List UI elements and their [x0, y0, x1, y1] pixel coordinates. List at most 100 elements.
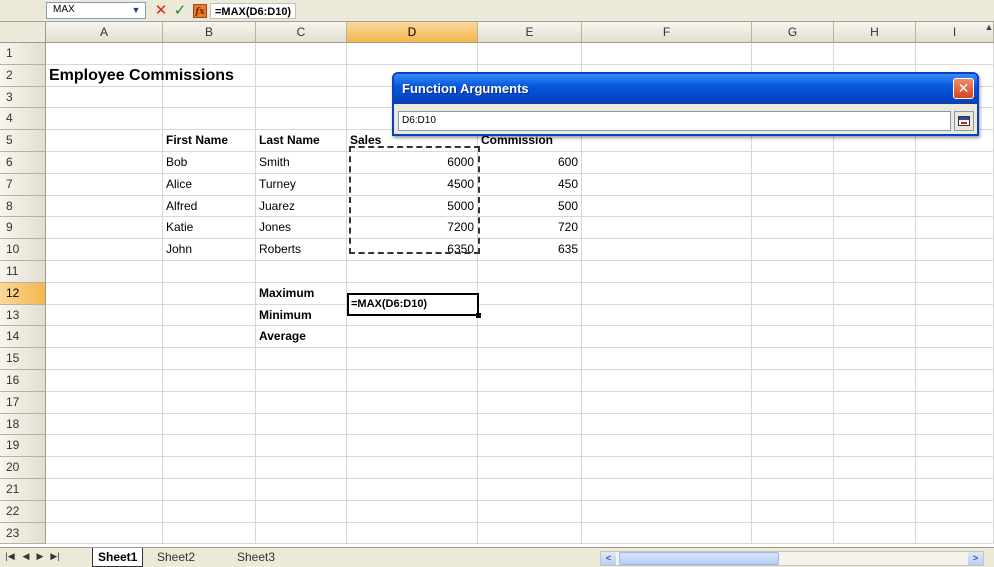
cell-first-name[interactable]: Alice: [163, 173, 256, 196]
grid-cell[interactable]: [834, 195, 916, 218]
grid-cell[interactable]: [46, 370, 163, 392]
row-header[interactable]: 8: [0, 195, 46, 218]
grid-cell[interactable]: [582, 152, 752, 174]
grid-cell[interactable]: [46, 500, 163, 523]
grid-cell[interactable]: [582, 479, 752, 501]
grid-cell[interactable]: [916, 173, 994, 196]
grid-cell[interactable]: [916, 391, 994, 414]
dialog-titlebar[interactable]: Function Arguments ✕: [394, 74, 977, 104]
cell-last-name[interactable]: Jones: [256, 217, 347, 240]
grid-cell[interactable]: [752, 522, 834, 545]
grid-cell[interactable]: [752, 370, 834, 392]
grid-cell[interactable]: [478, 457, 582, 479]
grid-cell[interactable]: [256, 435, 347, 458]
row-header[interactable]: 6: [0, 152, 46, 174]
grid-cell[interactable]: [46, 413, 163, 436]
grid-cell[interactable]: [916, 413, 994, 436]
row-header[interactable]: 12: [0, 282, 46, 305]
cell-commission[interactable]: 450: [478, 173, 582, 196]
row-header[interactable]: 19: [0, 435, 46, 458]
sheet-tab-sheet3[interactable]: Sheet3: [232, 548, 280, 567]
grid-cell[interactable]: [582, 348, 752, 370]
grid-cell[interactable]: [163, 348, 256, 370]
label-minimum[interactable]: Minimum: [256, 304, 347, 327]
grid-cell[interactable]: [46, 326, 163, 349]
grid-cell[interactable]: [256, 370, 347, 392]
grid-cell[interactable]: [256, 413, 347, 436]
grid-cell[interactable]: [347, 348, 478, 370]
grid-cell[interactable]: [834, 239, 916, 261]
cell-first-name[interactable]: Alfred: [163, 195, 256, 218]
grid-cell[interactable]: [752, 239, 834, 261]
grid-cell[interactable]: [916, 500, 994, 523]
row-header[interactable]: 4: [0, 108, 46, 131]
row-header[interactable]: 2: [0, 64, 46, 87]
grid-cell[interactable]: [916, 152, 994, 174]
grid-cell[interactable]: [256, 479, 347, 501]
grid-cell[interactable]: [256, 64, 347, 87]
grid-cell[interactable]: [916, 217, 994, 240]
grid-cell[interactable]: [163, 64, 256, 87]
scroll-thumb[interactable]: [619, 552, 779, 565]
grid-cell[interactable]: [752, 479, 834, 501]
grid-cell[interactable]: [834, 391, 916, 414]
grid-cell[interactable]: [46, 348, 163, 370]
grid-cell[interactable]: [834, 435, 916, 458]
grid-cell[interactable]: [163, 282, 256, 305]
grid-cell[interactable]: [478, 43, 582, 65]
column-header-h[interactable]: H: [834, 22, 916, 43]
grid-cell[interactable]: [46, 282, 163, 305]
grid-cell[interactable]: [752, 261, 834, 283]
grid-cell[interactable]: [163, 108, 256, 131]
grid-cell[interactable]: [916, 282, 994, 305]
row-header[interactable]: 16: [0, 370, 46, 392]
grid-cell[interactable]: [478, 261, 582, 283]
grid-cell[interactable]: [256, 522, 347, 545]
scroll-right-icon[interactable]: >: [968, 552, 983, 565]
grid-cell[interactable]: [347, 326, 478, 349]
grid-cell[interactable]: [582, 500, 752, 523]
expand-dialog-icon[interactable]: [954, 111, 974, 131]
row-header[interactable]: 14: [0, 326, 46, 349]
sheet-tab-sheet1[interactable]: Sheet1: [92, 548, 144, 567]
horizontal-scrollbar[interactable]: < >: [600, 551, 984, 566]
name-box-dropdown-icon[interactable]: ▼: [126, 2, 146, 19]
label-maximum[interactable]: Maximum: [256, 282, 347, 305]
grid-cell[interactable]: [916, 239, 994, 261]
grid-cell[interactable]: [752, 457, 834, 479]
grid-cell[interactable]: [582, 43, 752, 65]
grid-cell[interactable]: [834, 43, 916, 65]
grid-cell[interactable]: [46, 173, 163, 196]
grid-cell[interactable]: [163, 43, 256, 65]
grid-cell[interactable]: [256, 43, 347, 65]
grid-cell[interactable]: [46, 130, 163, 152]
cell-commission[interactable]: 635: [478, 239, 582, 261]
vertical-scroll-up-icon[interactable]: ▲: [984, 22, 994, 42]
cell-first-name[interactable]: Katie: [163, 217, 256, 240]
grid-cell[interactable]: [163, 261, 256, 283]
cell-sales[interactable]: 6350: [347, 239, 478, 261]
cell-commission[interactable]: 720: [478, 217, 582, 240]
grid-cell[interactable]: [163, 457, 256, 479]
grid-cell[interactable]: [46, 217, 163, 240]
row-header[interactable]: 1: [0, 43, 46, 65]
grid-cell[interactable]: [46, 522, 163, 545]
column-header-c[interactable]: C: [256, 22, 347, 43]
grid-cell[interactable]: [752, 282, 834, 305]
label-average[interactable]: Average: [256, 326, 347, 349]
grid-cell[interactable]: [163, 500, 256, 523]
grid-cell[interactable]: [478, 370, 582, 392]
grid-cell[interactable]: [46, 304, 163, 327]
grid-cell[interactable]: [834, 217, 916, 240]
grid-cell[interactable]: [478, 282, 582, 305]
grid-cell[interactable]: [752, 152, 834, 174]
grid-cell[interactable]: [916, 195, 994, 218]
grid-cell[interactable]: [163, 522, 256, 545]
grid-cell[interactable]: [752, 348, 834, 370]
grid-cell[interactable]: [347, 457, 478, 479]
grid-cell[interactable]: [752, 326, 834, 349]
sheet-tab-sheet2[interactable]: Sheet2: [152, 548, 200, 567]
next-sheet-icon[interactable]: ▶: [34, 551, 46, 562]
row-header[interactable]: 11: [0, 261, 46, 283]
grid-cell[interactable]: [46, 43, 163, 65]
